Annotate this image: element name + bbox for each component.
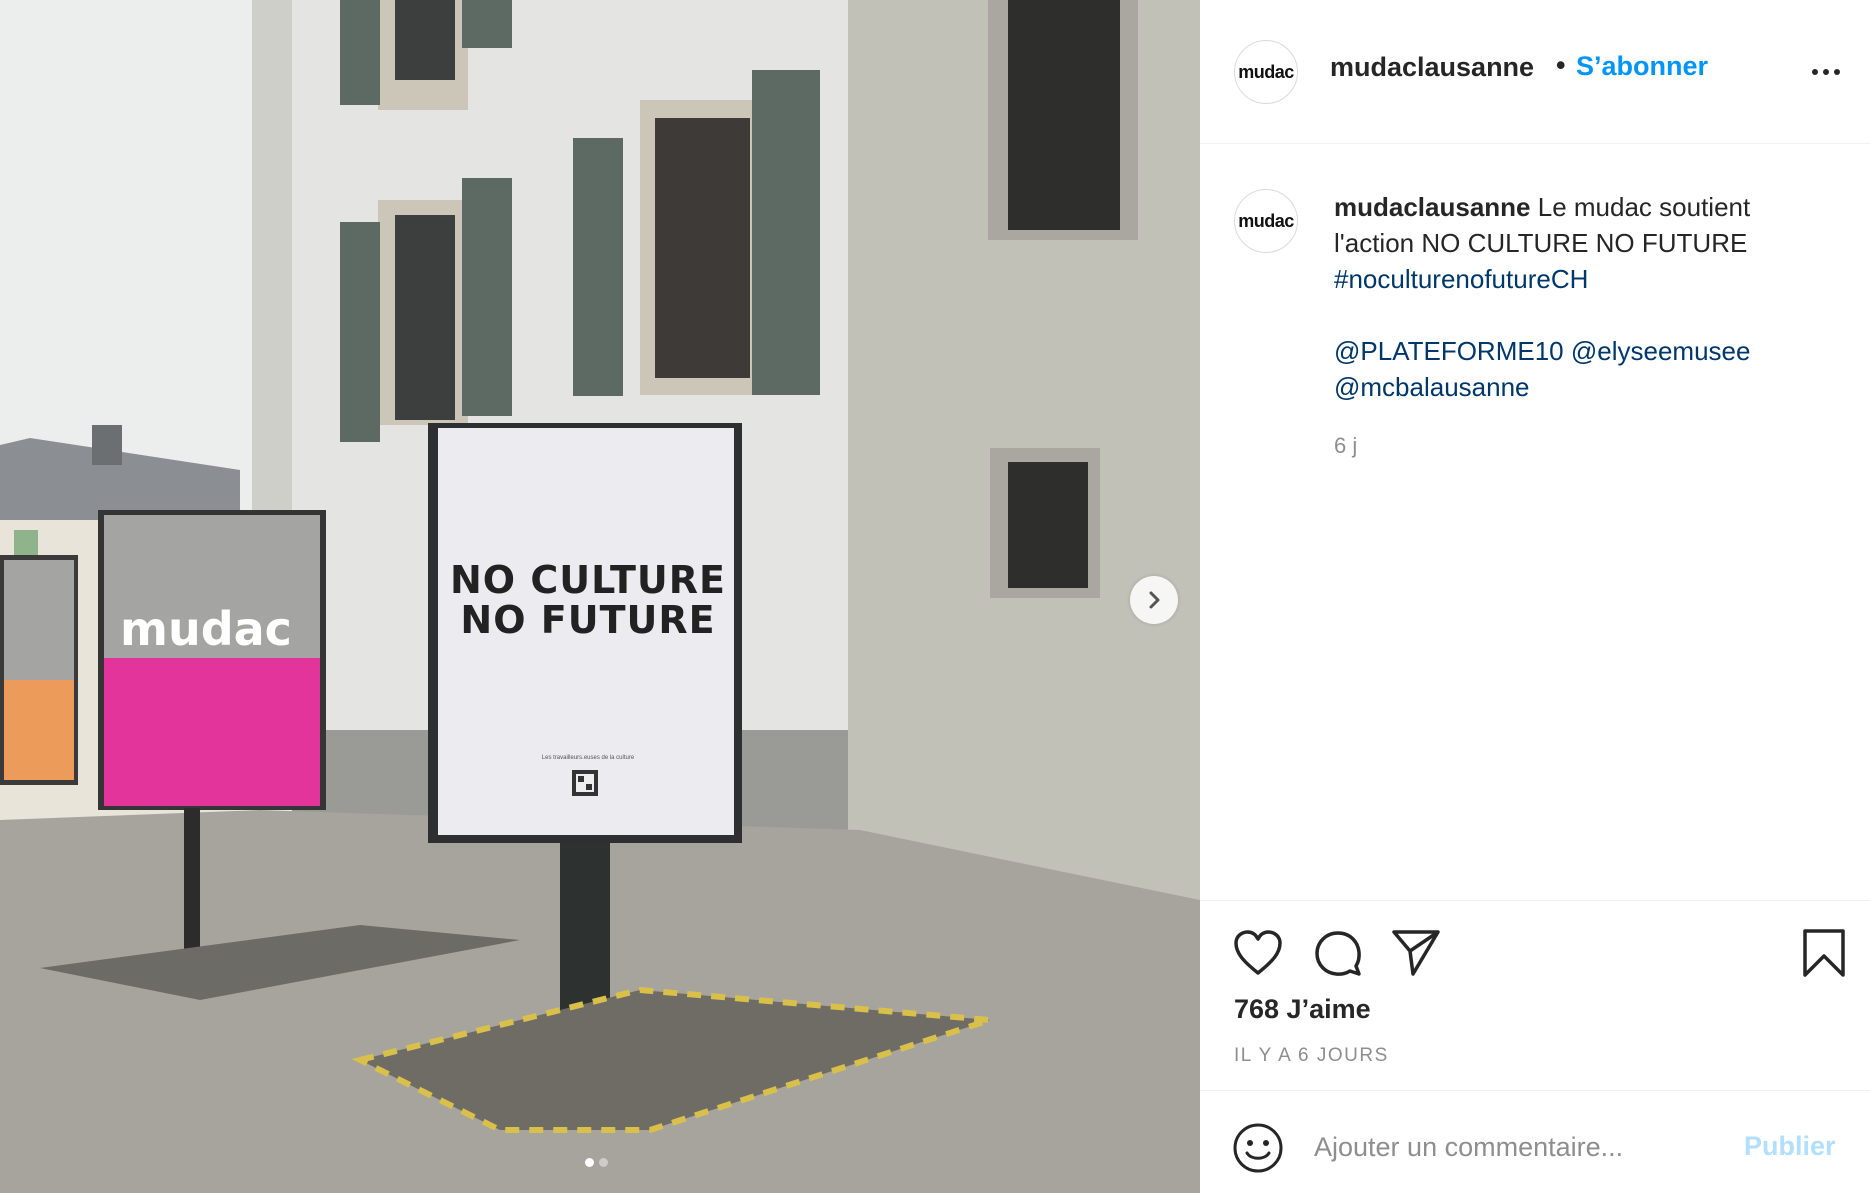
caption-username[interactable]: mudaclausanne: [1334, 192, 1531, 222]
poster-small-text: Les travailleurs.euses de la culture: [541, 755, 635, 761]
hashtag-link[interactable]: #noculturenofutureCH: [1334, 264, 1588, 294]
poster-line-1: NO CULTURE: [450, 558, 726, 602]
carousel-dot-active: [585, 1158, 594, 1167]
share-button[interactable]: [1388, 925, 1444, 981]
carousel-dots: [585, 1158, 608, 1167]
comment-input[interactable]: [1314, 1119, 1714, 1175]
paper-plane-icon: [1392, 930, 1440, 976]
heart-icon: [1234, 930, 1282, 975]
emoji-button[interactable]: [1232, 1122, 1284, 1174]
post-caption: mudac mudaclausanne Le mudac soutient l'…: [1200, 145, 1870, 900]
post-date: IL Y A 6 JOURS: [1234, 1045, 1389, 1066]
post-header: mudac mudaclausanne • S’abonner: [1200, 0, 1870, 144]
more-options-button[interactable]: [1806, 52, 1846, 92]
more-icon-dot: [1823, 69, 1829, 75]
header-username[interactable]: mudaclausanne: [1330, 52, 1534, 83]
save-button[interactable]: [1796, 925, 1852, 981]
caption-avatar[interactable]: mudac: [1234, 189, 1298, 253]
caption-timestamp: 6 j: [1334, 433, 1358, 458]
chevron-right-icon: [1149, 591, 1160, 609]
like-button[interactable]: [1230, 925, 1286, 981]
like-count[interactable]: 768 J’aime: [1234, 994, 1371, 1025]
comment-form: Publier: [1200, 1090, 1870, 1193]
header-separator: •: [1556, 50, 1566, 80]
more-icon: [1812, 69, 1818, 75]
follow-button[interactable]: S’abonner: [1576, 51, 1708, 82]
mention-link-mcbalausanne[interactable]: @mcbalausanne: [1334, 372, 1530, 402]
post-photo[interactable]: mudac NO CULTURE NO FUTURE Les travaille…: [0, 0, 1200, 1193]
publish-button[interactable]: Publier: [1744, 1131, 1836, 1162]
avatar[interactable]: mudac: [1234, 40, 1298, 104]
mention-link-elyseemusee[interactable]: @elyseemusee: [1571, 336, 1751, 366]
next-image-button[interactable]: [1130, 576, 1178, 624]
poster-line-2: NO FUTURE: [460, 598, 716, 642]
more-icon-dot: [1834, 69, 1840, 75]
bookmark-icon: [1803, 929, 1845, 977]
caption-text-block: mudaclausanne Le mudac soutient l'action…: [1334, 189, 1834, 405]
comment-button[interactable]: [1310, 925, 1366, 981]
post-side-panel: mudac mudaclausanne • S’abonner mudac mu…: [1200, 0, 1870, 1193]
mention-link-plateforme10[interactable]: @PLATEFORME10: [1334, 336, 1564, 366]
svg-text:mudac: mudac: [120, 602, 292, 656]
comment-icon: [1315, 931, 1361, 976]
post-actions: 768 J’aime IL Y A 6 JOURS: [1200, 900, 1870, 1090]
poster-headline: NO CULTURE NO FUTURE: [438, 560, 738, 640]
carousel-dot: [599, 1158, 608, 1167]
emoji-icon: [1233, 1123, 1283, 1173]
